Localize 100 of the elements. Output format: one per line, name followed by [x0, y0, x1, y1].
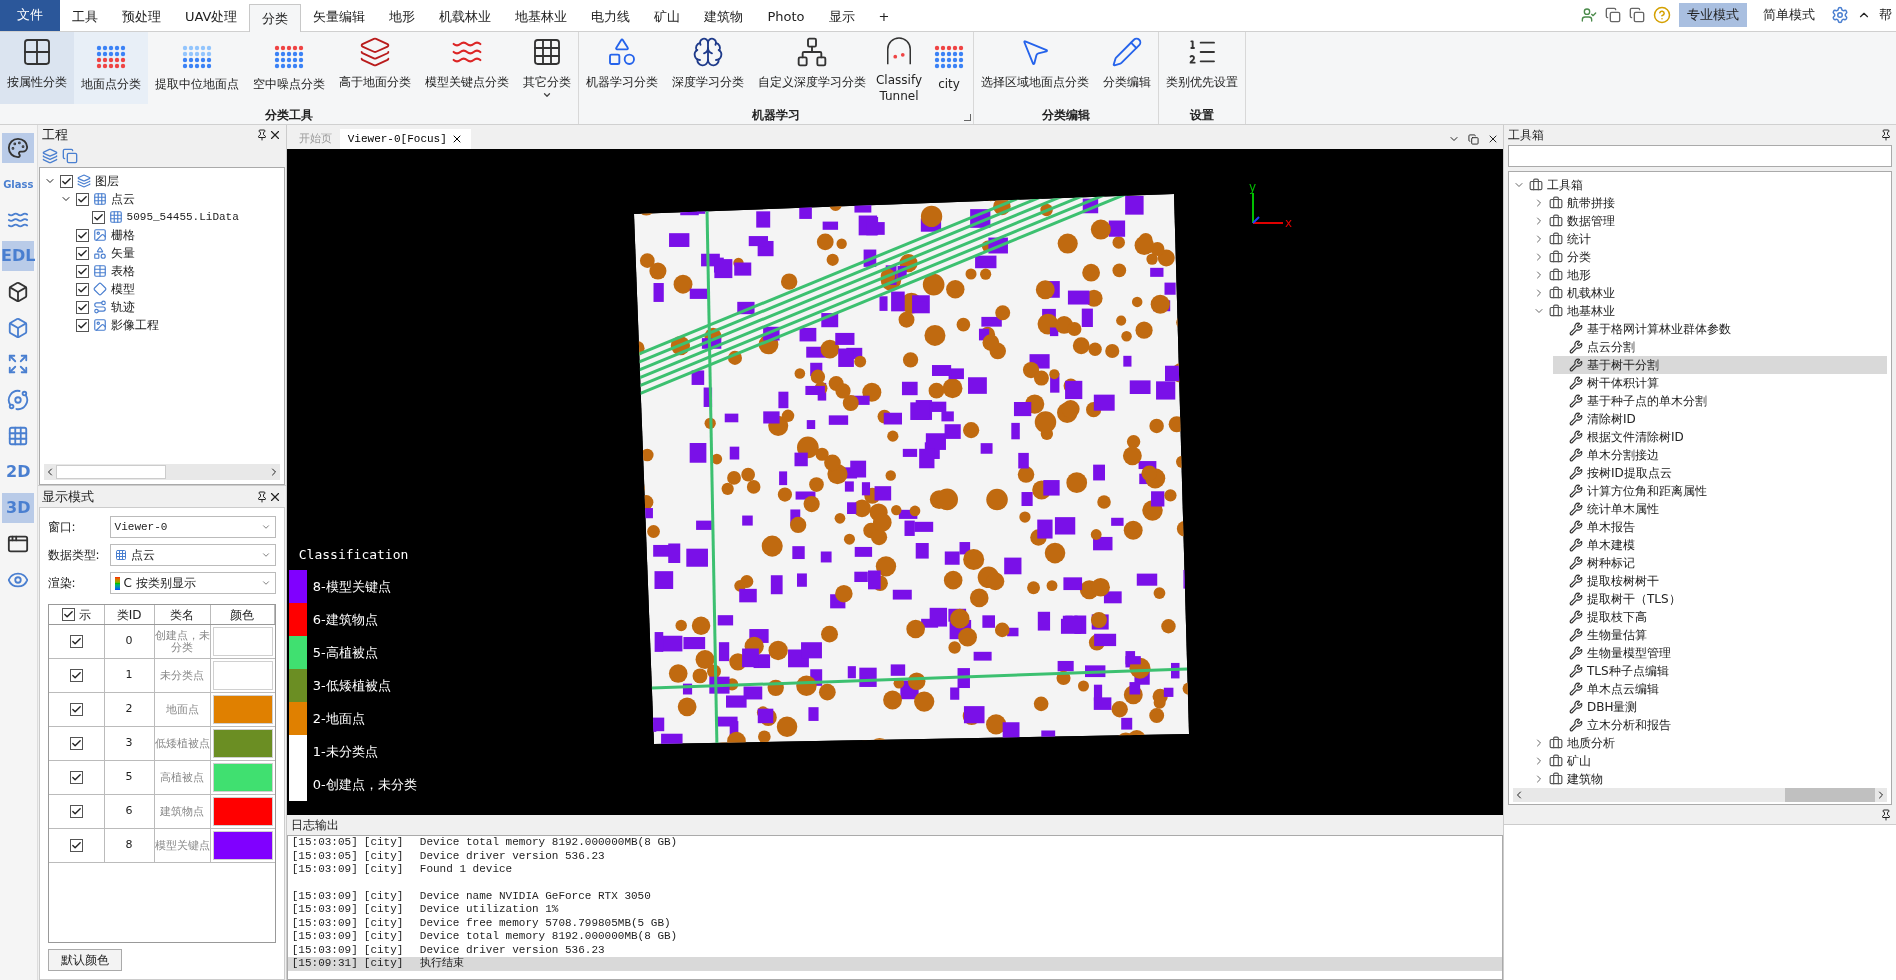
tool-item[interactable]: 清除树ID	[1553, 410, 1887, 428]
toolbox-folder[interactable]: 航带拼接	[1533, 194, 1887, 212]
tool-item[interactable]: 单木报告	[1553, 518, 1887, 536]
pin-icon[interactable]	[255, 129, 268, 141]
layer-label[interactable]: 栅格	[110, 226, 135, 244]
checkbox[interactable]	[75, 282, 89, 296]
ribbon-tab[interactable]: +	[866, 3, 902, 31]
pin-icon[interactable]	[1880, 129, 1892, 141]
ribbon-button[interactable]: 类别优先设置	[1159, 32, 1245, 104]
mode-button[interactable]: 简单模式	[1755, 3, 1823, 27]
ribbon-tab[interactable]: 地基林业	[503, 3, 580, 31]
tool-item[interactable]: DBH量测	[1553, 698, 1887, 716]
restore-icon[interactable]	[1468, 133, 1479, 145]
windows-icon[interactable]	[1605, 7, 1621, 23]
ribbon-tab[interactable]: 电力线	[579, 3, 643, 31]
view-tool[interactable]: Glass	[2, 169, 35, 199]
checkbox[interactable]	[59, 174, 73, 188]
color-swatch[interactable]	[212, 627, 273, 656]
layer-label[interactable]: 轨迹	[110, 298, 135, 316]
document-tab[interactable]: Viewer-0[Focus]	[339, 129, 471, 149]
layers-icon[interactable]	[41, 148, 58, 164]
toolbox-folder[interactable]: 地质分析	[1533, 734, 1887, 752]
ribbon-tab[interactable]: 工具	[60, 3, 110, 31]
ribbon-tab[interactable]: 地形	[377, 3, 428, 31]
checkbox[interactable]	[69, 771, 83, 784]
tool-item[interactable]: 立木分析和报告	[1553, 716, 1887, 734]
ribbon-button[interactable]: 深度学习分类	[665, 32, 751, 104]
tool-item[interactable]: 生物量估算	[1553, 626, 1887, 644]
checkbox[interactable]	[69, 703, 83, 716]
toolbox-folder[interactable]: 数据管理	[1533, 212, 1887, 230]
ribbon-button[interactable]: 空中噪点分类	[246, 32, 332, 104]
tool-item[interactable]: 树干体积计算	[1553, 374, 1887, 392]
checkbox[interactable]	[75, 318, 89, 332]
checkbox[interactable]	[75, 246, 89, 260]
help-icon[interactable]	[1653, 6, 1671, 24]
tool-item[interactable]: 根据文件清除树ID	[1553, 428, 1887, 446]
ribbon-button[interactable]: 高于地面分类	[332, 32, 418, 104]
layer-label[interactable]: 表格	[110, 262, 135, 280]
view-tool[interactable]	[2, 133, 35, 163]
ribbon-button[interactable]: 选择区域地面点分类	[974, 32, 1096, 104]
toolbox-folder[interactable]: 分类	[1533, 248, 1887, 266]
layer-label[interactable]: 矢量	[110, 244, 135, 262]
ribbon-button[interactable]: 按属性分类	[0, 32, 74, 104]
ribbon-tab[interactable]: 机载林业	[427, 3, 504, 31]
layer-label[interactable]: 图层	[94, 172, 119, 190]
checkbox[interactable]	[75, 228, 89, 242]
checkbox[interactable]	[69, 839, 83, 852]
tool-item[interactable]: 按树ID提取点云	[1553, 464, 1887, 482]
ribbon-tab[interactable]: 分类	[249, 4, 302, 32]
tool-item[interactable]: TLS种子点编辑	[1553, 662, 1887, 680]
tool-item[interactable]: 基于种子点的单木分割	[1553, 392, 1887, 410]
tool-item[interactable]: 提取树干（TLS）	[1553, 590, 1887, 608]
ribbon-button[interactable]: 其它分类	[516, 32, 578, 104]
ribbon-tab[interactable]: 矿山	[642, 3, 693, 31]
mode-button[interactable]: 专业模式	[1679, 3, 1747, 27]
search-field[interactable]	[1508, 145, 1892, 167]
close-icon[interactable]	[1487, 133, 1499, 145]
ribbon-button[interactable]: 模型关键点分类	[418, 32, 516, 104]
checkbox[interactable]	[61, 608, 75, 621]
tool-item[interactable]: 生物量模型管理	[1553, 644, 1887, 662]
dropdown-field[interactable]: C 按类别显示	[109, 572, 276, 594]
tool-item[interactable]: 单木点云编辑	[1553, 680, 1887, 698]
ribbon-button[interactable]: 分类编辑	[1096, 32, 1158, 104]
ribbon-tab[interactable]: 预处理	[110, 3, 173, 31]
ribbon-button[interactable]: city	[925, 32, 973, 104]
layer-label[interactable]: 点云	[110, 190, 135, 208]
toolbox-folder[interactable]: 机载林业	[1533, 284, 1887, 302]
color-swatch[interactable]	[212, 763, 273, 792]
windows-icon[interactable]	[1629, 7, 1645, 23]
tool-item[interactable]: 计算方位角和距离属性	[1553, 482, 1887, 500]
color-swatch[interactable]	[212, 831, 273, 860]
tool-item[interactable]: 基于格网计算林业群体参数	[1553, 320, 1887, 338]
file-menu-button[interactable]: 文件	[0, 0, 60, 31]
layer-label[interactable]: 模型	[110, 280, 135, 298]
checkbox[interactable]	[69, 669, 83, 682]
toolbox-folder[interactable]: 矿山	[1533, 752, 1887, 770]
tool-item[interactable]: 提取枝下高	[1553, 608, 1887, 626]
color-swatch[interactable]	[212, 729, 273, 758]
color-swatch[interactable]	[212, 661, 273, 690]
tool-item[interactable]: 统计单木属性	[1553, 500, 1887, 518]
ribbon-button[interactable]: 机器学习分类	[579, 32, 665, 104]
color-swatch[interactable]	[212, 695, 273, 724]
toolbox-folder[interactable]: 地基林业	[1533, 302, 1887, 320]
tool-item[interactable]: 点云分割	[1553, 338, 1887, 356]
pin-icon[interactable]	[255, 490, 268, 503]
layer-label[interactable]: 影像工程	[110, 316, 159, 334]
checkbox[interactable]	[91, 210, 105, 224]
layer-label[interactable]: 5095_54455.LiData	[126, 208, 239, 226]
checkbox[interactable]	[69, 635, 83, 648]
ribbon-button[interactable]: 地面点分类	[74, 32, 148, 104]
dialog-launcher-icon[interactable]	[964, 114, 971, 121]
ribbon-tab[interactable]: 建筑物	[692, 3, 756, 31]
ribbon-button[interactable]: Classify Tunnel	[873, 32, 925, 104]
ribbon-tab[interactable]: Photo	[755, 3, 817, 31]
settings-icon[interactable]	[1831, 6, 1849, 24]
pin-icon[interactable]	[1880, 808, 1892, 821]
ribbon-tab[interactable]: UAV处理	[173, 3, 250, 31]
checkbox[interactable]	[69, 805, 83, 818]
tool-item[interactable]: 基于树干分割	[1553, 356, 1887, 374]
toolbox-folder[interactable]: 地形	[1533, 266, 1887, 284]
